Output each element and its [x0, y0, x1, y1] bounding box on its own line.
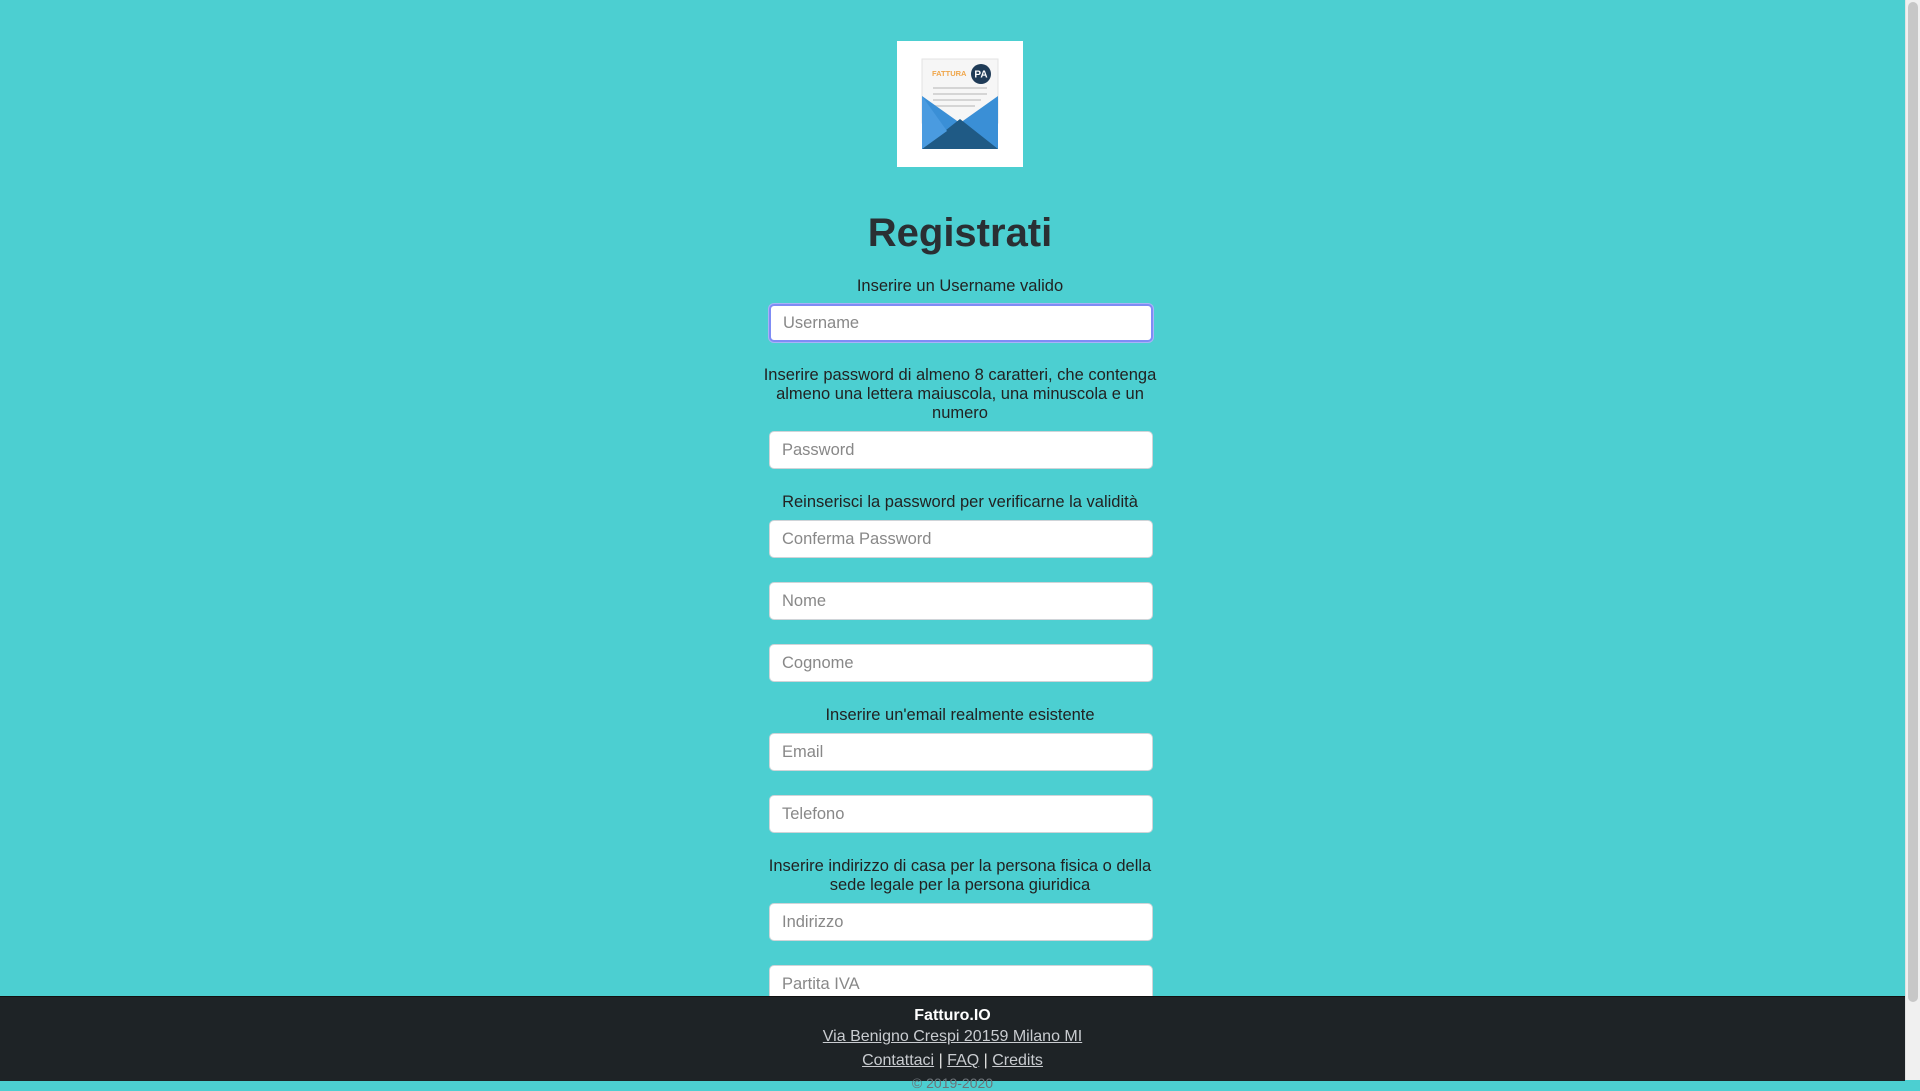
credits-link[interactable]: Credits — [992, 1052, 1043, 1069]
registration-page: FATTURA PA Registrati Inserire un Userna… — [0, 0, 1905, 1091]
address-hint: Inserire indirizzo di casa per la person… — [768, 857, 1152, 894]
username-input[interactable] — [769, 304, 1153, 342]
confirm-password-hint: Reinserisci la password per verificarne … — [782, 493, 1138, 511]
contact-link[interactable]: Contattaci — [862, 1052, 934, 1069]
footer-copyright: © 2019-2020 — [911, 1075, 994, 1091]
scrollbar-thumb[interactable] — [1908, 2, 1918, 1002]
footer-brand: Fatturo.IO — [914, 1007, 991, 1024]
username-hint: Inserire un Username valido — [856, 277, 1064, 295]
footer-links: Contattaci | FAQ | Credits — [0, 1052, 1905, 1070]
fattura-pa-logo: FATTURA PA — [897, 41, 1023, 167]
password-input[interactable] — [769, 431, 1153, 469]
logo-fattura-text: FATTURA — [932, 69, 967, 78]
faq-link[interactable]: FAQ — [947, 1052, 979, 1069]
email-input[interactable] — [769, 733, 1153, 771]
phone-input[interactable] — [769, 795, 1153, 833]
email-hint: Inserire un'email realmente esistente — [825, 706, 1095, 724]
footer-address-link[interactable]: Via Benigno Crespi 20159 Milano MI — [823, 1028, 1082, 1045]
first-name-input[interactable] — [769, 582, 1153, 620]
footer-separator: | — [983, 1052, 988, 1069]
footer-separator: | — [938, 1052, 943, 1069]
footer: Fatturo.IO Via Benigno Crespi 20159 Mila… — [0, 996, 1905, 1091]
password-hint: Inserire password di almeno 8 caratteri,… — [763, 366, 1157, 422]
vertical-scrollbar[interactable] — [1905, 0, 1920, 1080]
logo-pa-text: PA — [974, 70, 987, 81]
address-input[interactable] — [769, 903, 1153, 941]
last-name-input[interactable] — [769, 644, 1153, 682]
page-title: Registrati — [867, 211, 1053, 255]
confirm-password-input[interactable] — [769, 520, 1153, 558]
